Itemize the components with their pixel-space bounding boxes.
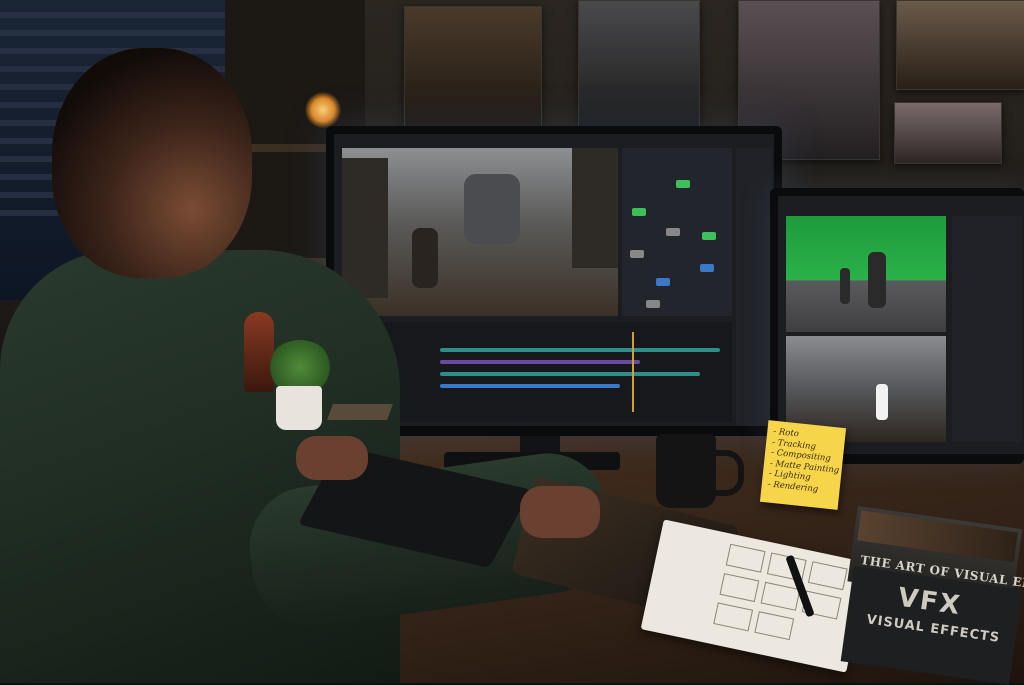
poster-robot — [578, 0, 700, 128]
node[interactable] — [632, 208, 646, 216]
book-title: VFX — [895, 582, 964, 622]
actor-figure — [840, 268, 850, 304]
timeline-panel[interactable] — [342, 322, 732, 422]
mug-handle — [712, 450, 744, 496]
playhead[interactable] — [632, 332, 634, 412]
secondary-monitor — [770, 188, 1024, 464]
person-figure — [412, 228, 438, 288]
viewer-robot-scene — [342, 148, 618, 316]
poster-ruins — [896, 0, 1024, 90]
white-silhouette — [876, 384, 888, 420]
plant-pot — [276, 386, 322, 430]
left-hand — [296, 436, 368, 480]
person-head — [52, 48, 252, 278]
coffee-mug — [656, 434, 716, 508]
actor-figure — [868, 252, 886, 308]
green-screen-footage — [786, 216, 946, 332]
node[interactable] — [656, 278, 670, 286]
poster-landscape — [894, 102, 1002, 164]
properties-panel[interactable] — [736, 148, 772, 426]
node[interactable] — [666, 228, 680, 236]
right-hand-on-mouse — [520, 486, 600, 538]
node[interactable] — [646, 300, 660, 308]
ruined-building — [342, 158, 388, 298]
node[interactable] — [702, 232, 716, 240]
lamp-glow — [305, 92, 341, 128]
sticky-note: - Roto - Tracking - Compositing - Matte … — [759, 420, 847, 510]
node[interactable] — [630, 250, 644, 258]
poster-warrior — [404, 6, 542, 128]
coaster — [327, 404, 393, 420]
node[interactable] — [700, 264, 714, 272]
secondary-screen — [778, 196, 1024, 454]
figurine — [244, 312, 274, 392]
robot-figure — [464, 174, 520, 244]
node-graph-panel[interactable] — [622, 148, 732, 316]
compositing-software-screen — [334, 134, 774, 426]
ruined-building — [572, 148, 618, 268]
properties-panel[interactable] — [952, 216, 1022, 442]
node[interactable] — [676, 180, 690, 188]
